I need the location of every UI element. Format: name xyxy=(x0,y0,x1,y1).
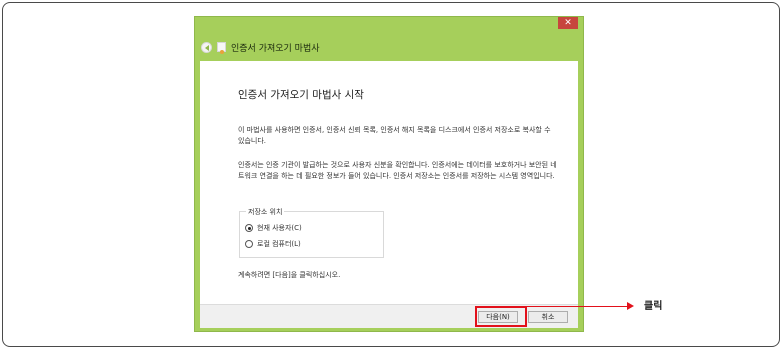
radio-current-user[interactable]: 현재 사용자(C) xyxy=(245,223,302,233)
wizard-content: 인증서 가져오기 마법사 시작 이 마법사를 사용하면 인증서, 인증서 신뢰 … xyxy=(200,61,578,304)
radio-local-machine-label: 로컬 컴퓨터(L) xyxy=(257,240,301,248)
click-callout-label: 클릭 xyxy=(644,301,663,312)
radio-current-user-label: 현재 사용자(C) xyxy=(257,224,302,232)
radio-local-machine[interactable]: 로컬 컴퓨터(L) xyxy=(245,239,301,249)
continue-instruction: 계속하려면 [다음]을 클릭하십시오. xyxy=(238,271,341,279)
next-button-highlight xyxy=(475,306,527,327)
store-location-group: 저장소 위치 현재 사용자(C) 로컬 컴퓨터(L) xyxy=(239,207,384,258)
description-paragraph: 인증서는 인증 기관이 발급하는 것으로 사용자 신분을 확인합니다. 인증서에… xyxy=(238,161,557,180)
callout-arrow-line xyxy=(527,306,627,307)
window-title: 인증서 가져오기 마법사 xyxy=(231,43,320,54)
callout-arrow-head-icon xyxy=(627,302,634,310)
intro-paragraph: 이 마법사를 사용하면 인증서, 인증서 신뢰 목록, 인증서 해지 목록을 디… xyxy=(238,126,551,145)
page-heading: 인증서 가져오기 마법사 시작 xyxy=(238,89,364,101)
close-button[interactable]: ✕ xyxy=(558,17,578,29)
back-arrow-icon[interactable] xyxy=(201,41,212,53)
radio-button-checked[interactable] xyxy=(245,224,253,232)
title-bar: 인증서 가져오기 마법사 xyxy=(201,39,577,55)
store-location-legend: 저장소 위치 xyxy=(246,207,285,217)
wizard-window: ✕ 인증서 가져오기 마법사 인증서 가져오기 마법사 시작 이 마법사를 사용… xyxy=(194,16,584,332)
certificate-icon xyxy=(217,42,226,54)
radio-button-unchecked[interactable] xyxy=(245,240,253,248)
cancel-button[interactable]: 취소 xyxy=(528,311,568,323)
